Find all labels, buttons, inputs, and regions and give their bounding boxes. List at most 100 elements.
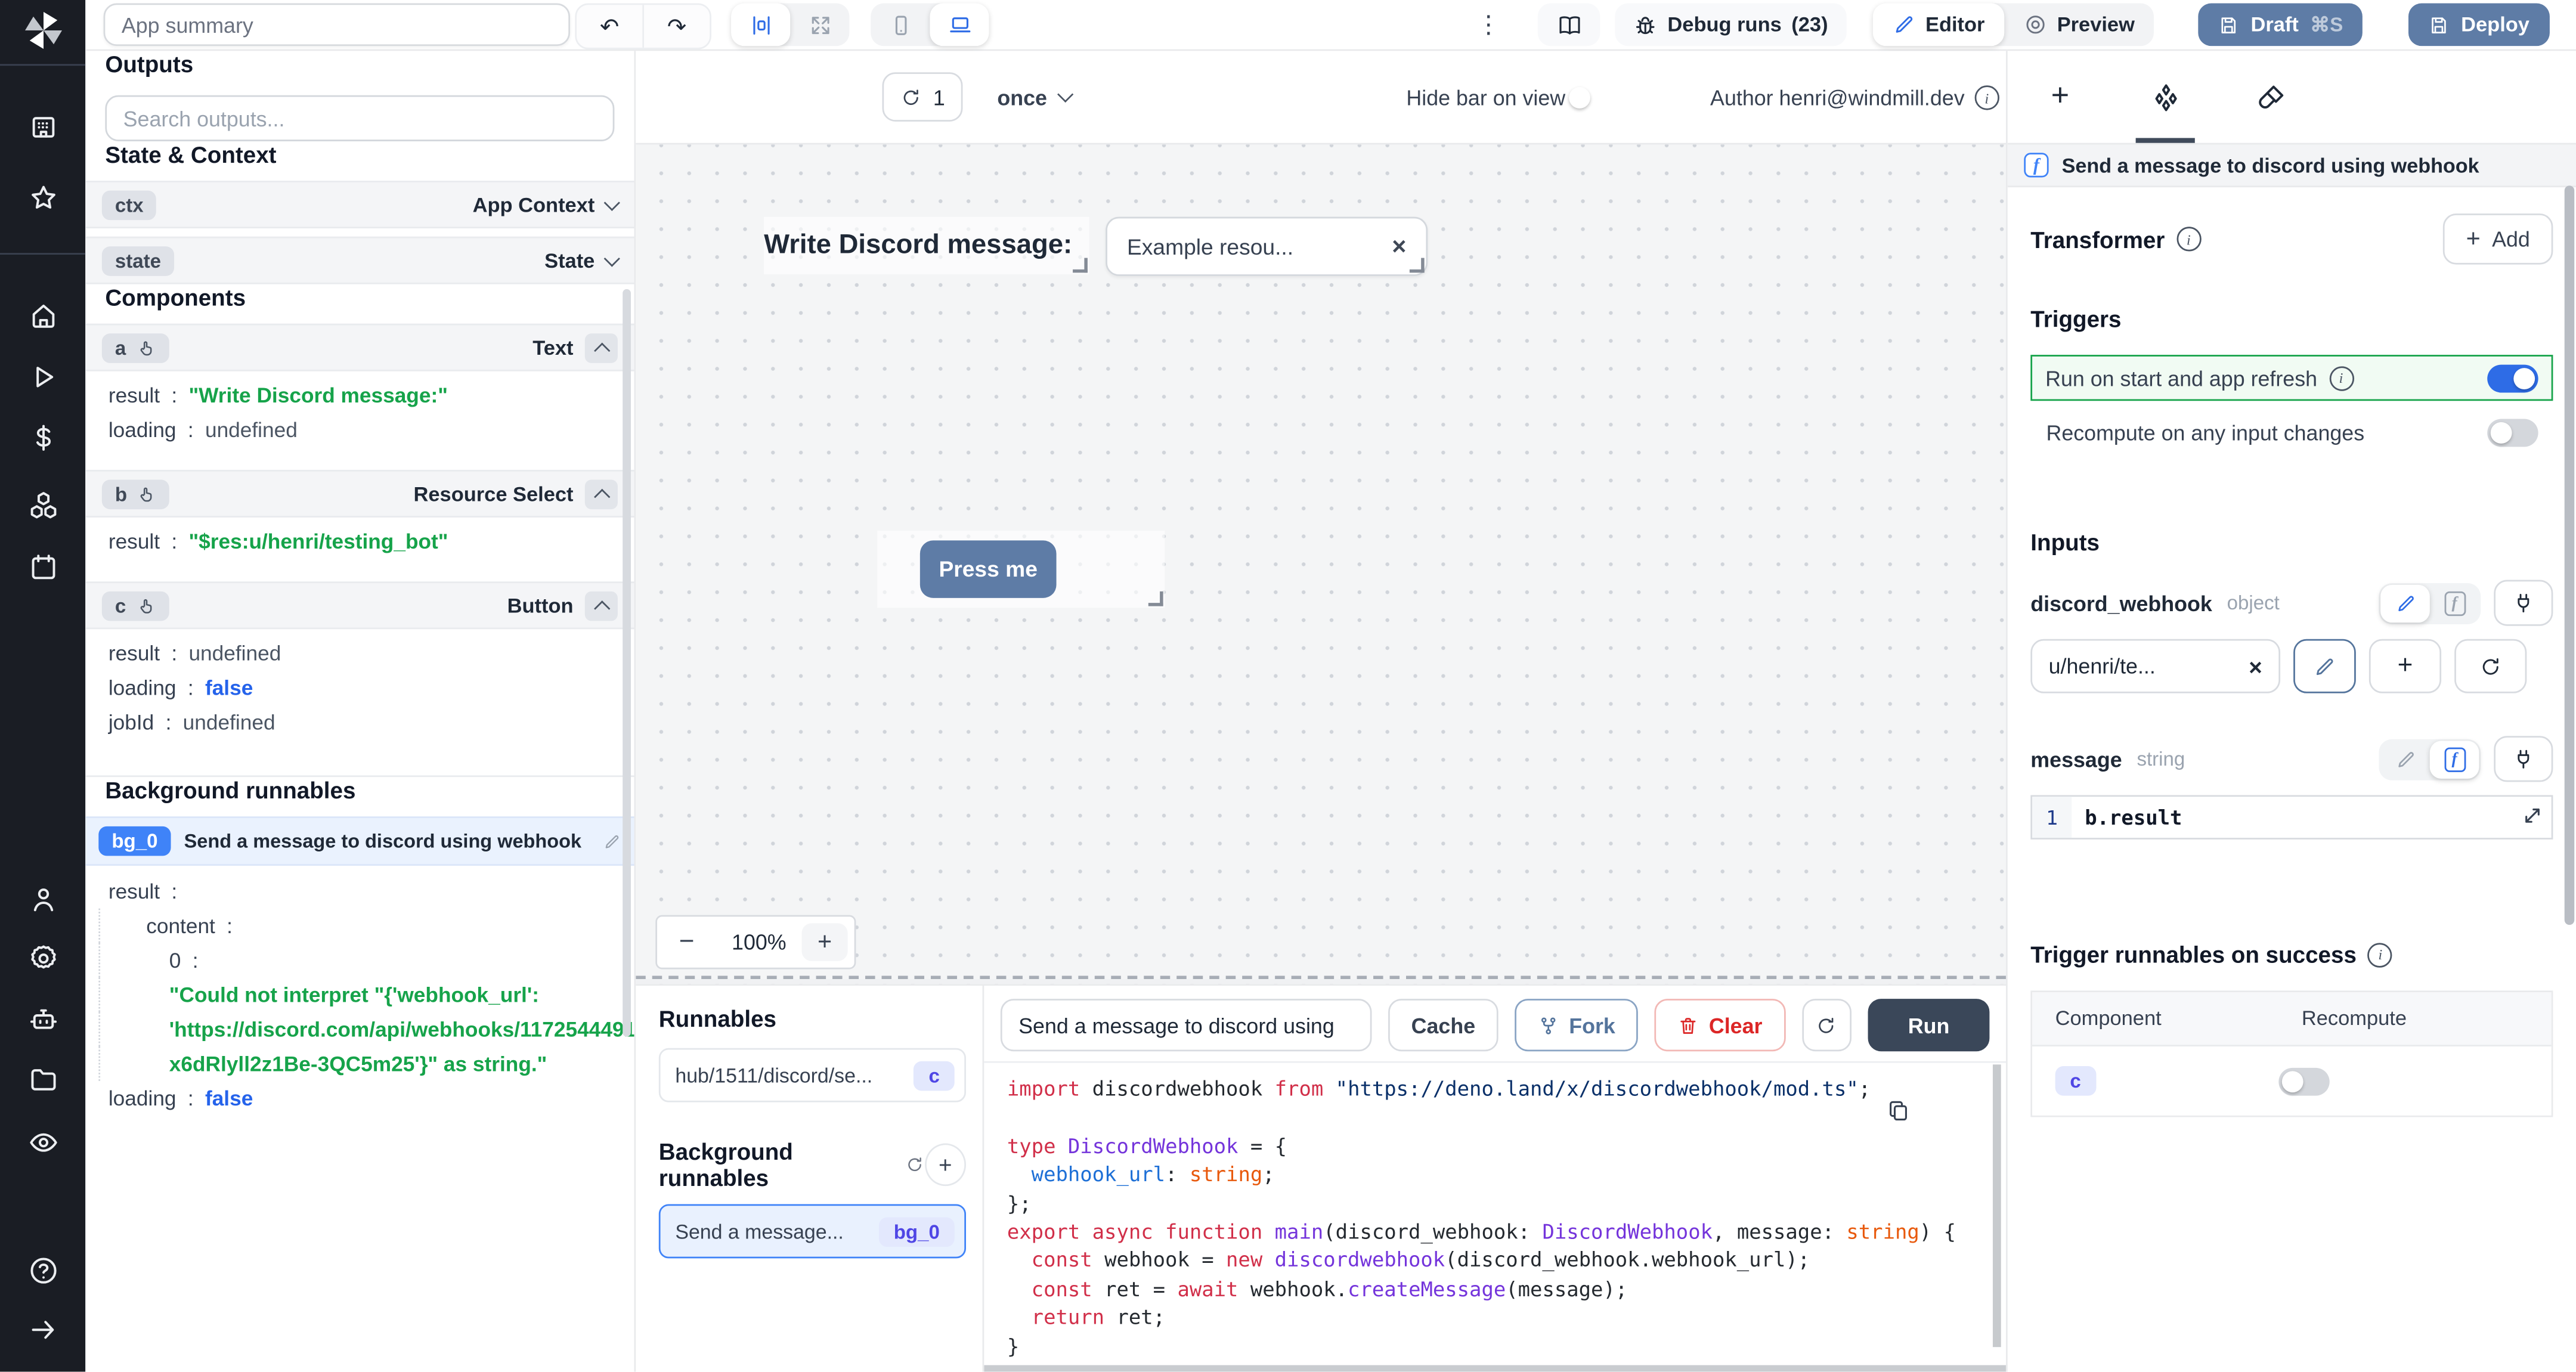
runnables-list-panel: Runnables hub/1511/discord/se... c Backg… — [636, 986, 984, 1372]
recompute-mode-dropdown[interactable]: once — [997, 72, 1075, 122]
info-icon[interactable] — [2176, 227, 2202, 252]
add-resource-button[interactable]: + — [2368, 639, 2442, 693]
draft-button[interactable]: Draft ⌘S — [2198, 3, 2363, 47]
connect-input-button[interactable] — [2494, 736, 2553, 782]
ctx-row[interactable]: ctx App Context — [85, 181, 634, 228]
refresh-count-button[interactable]: 1 — [882, 72, 964, 122]
collapse-button[interactable] — [584, 590, 618, 621]
resource-select-component[interactable]: Example resou... × — [1106, 216, 1428, 276]
expression-editor[interactable]: 1 b.result — [2030, 795, 2553, 840]
line-number: 1 — [2032, 797, 2072, 838]
audit-eye-icon[interactable] — [18, 1117, 67, 1166]
collapse-button[interactable] — [584, 479, 618, 509]
settings-gear-icon[interactable] — [18, 933, 67, 983]
undo-button[interactable]: ↶ — [577, 5, 642, 48]
users-person-icon[interactable] — [18, 874, 67, 924]
info-icon[interactable] — [2368, 942, 2393, 967]
runnable-item[interactable]: hub/1511/discord/se... c — [658, 1048, 967, 1102]
resize-handle[interactable] — [1409, 258, 1425, 273]
add-transformer-button[interactable]: + Add — [2443, 213, 2553, 265]
resize-handle[interactable] — [1073, 258, 1088, 273]
run-on-start-toggle[interactable] — [2487, 364, 2538, 392]
app-summary-input[interactable] — [103, 3, 571, 47]
workers-robot-icon[interactable] — [18, 994, 67, 1043]
background-runnable-item-selected[interactable]: Send a message... bg_0 — [658, 1204, 967, 1259]
output-row: jobId: undefined — [108, 710, 275, 735]
state-row[interactable]: state State — [85, 236, 634, 284]
fork-button[interactable]: Fork — [1515, 999, 1639, 1052]
workspace-icon[interactable] — [18, 102, 67, 151]
debug-runs-button[interactable]: Debug runs (23) — [1615, 3, 1846, 47]
bg-runnable-row[interactable]: bg_0 Send a message to discord using web… — [85, 816, 634, 866]
schedules-calendar-icon[interactable] — [18, 542, 67, 591]
code-editor[interactable]: import discordwebhook from "https://deno… — [984, 1061, 2006, 1372]
folders-icon[interactable] — [18, 1055, 67, 1104]
input-mode-segmented: f — [2379, 582, 2481, 624]
collapse-button[interactable] — [584, 332, 618, 363]
windmill-logo-icon[interactable] — [20, 8, 64, 52]
component-section-header[interactable]: b Resource Select — [85, 469, 634, 518]
chevron-down-icon[interactable] — [603, 194, 620, 210]
clear-resource-icon[interactable]: × — [2249, 653, 2262, 679]
clear-button[interactable]: Clear — [1654, 999, 1786, 1052]
add-background-runnable-button[interactable]: + — [924, 1143, 967, 1187]
edit-pencil-icon[interactable] — [603, 832, 621, 850]
expand-editor-icon[interactable] — [2520, 803, 2544, 828]
deploy-button[interactable]: Deploy — [2408, 3, 2550, 47]
favorites-star-icon[interactable] — [18, 172, 67, 222]
resource-picker[interactable]: u/henri/te... × — [2030, 639, 2281, 693]
more-menu-button[interactable]: ⋮ — [1473, 5, 1503, 44]
collapse-arrow-icon[interactable] — [18, 1305, 67, 1354]
reload-code-button[interactable] — [1801, 999, 1852, 1052]
component-section-header[interactable]: c Button — [85, 581, 634, 630]
docs-button[interactable] — [1537, 3, 1600, 47]
resize-handle[interactable] — [1148, 591, 1163, 606]
app-canvas[interactable]: Write Discord message: Example resou... … — [636, 144, 2006, 984]
info-icon[interactable] — [2329, 366, 2354, 391]
copy-code-icon[interactable] — [1886, 1099, 1911, 1123]
eval-mode-button[interactable]: f — [2430, 584, 2479, 621]
component-section-header[interactable]: a Text — [85, 323, 634, 371]
desktop-view-button[interactable] — [930, 3, 989, 47]
runs-play-icon[interactable] — [18, 352, 67, 401]
home-icon[interactable] — [18, 291, 67, 340]
runnable-name-input[interactable] — [1000, 999, 1372, 1052]
component-outputs: result: "Write Discord message:" loading: u… — [85, 371, 634, 457]
info-icon[interactable] — [1974, 85, 1999, 110]
button-component-wrapper[interactable]: Press me — [877, 530, 1165, 608]
recompute-on-input-toggle[interactable] — [2486, 418, 2538, 447]
recompute-toggle[interactable] — [2278, 1067, 2330, 1095]
help-icon[interactable] — [18, 1245, 67, 1294]
zoom-in-button[interactable]: + — [801, 923, 848, 961]
text-component[interactable]: Write Discord message: — [764, 216, 1089, 275]
spacing-layout-button[interactable] — [731, 3, 791, 47]
fullscreen-button[interactable] — [790, 4, 849, 47]
tab-component-settings[interactable] — [2149, 80, 2182, 113]
chevron-down-icon — [1057, 86, 1075, 103]
static-mode-button[interactable] — [2380, 740, 2430, 778]
clear-selection-icon[interactable]: × — [1392, 233, 1406, 261]
mobile-view-button[interactable] — [871, 4, 930, 47]
variables-dollar-icon[interactable] — [18, 413, 67, 462]
tab-preview[interactable]: Preview — [2005, 4, 2154, 47]
edit-resource-button[interactable] — [2293, 639, 2356, 693]
static-mode-button[interactable] — [2380, 584, 2430, 622]
cache-button[interactable]: Cache — [1388, 999, 1498, 1052]
tab-insert-plus[interactable]: + — [2044, 79, 2076, 113]
eval-mode-button[interactable]: f — [2429, 740, 2479, 778]
tab-editor[interactable]: Editor — [1872, 3, 2005, 47]
code-scrollbar-horizontal[interactable] — [984, 1365, 2006, 1372]
code-scrollbar-vertical[interactable] — [1992, 1064, 2001, 1348]
chevron-down-icon[interactable] — [603, 249, 620, 267]
resources-cubes-icon[interactable] — [18, 479, 67, 529]
press-me-button[interactable]: Press me — [919, 540, 1057, 598]
run-button[interactable]: Run — [1868, 999, 1990, 1052]
refresh-resource-button[interactable] — [2454, 639, 2527, 693]
right-panel-scrollbar[interactable] — [2564, 185, 2575, 925]
search-outputs-input[interactable] — [105, 95, 615, 141]
outputs-scrollbar[interactable] — [623, 289, 631, 1037]
tab-styling[interactable] — [2254, 80, 2287, 113]
connect-input-button[interactable] — [2494, 580, 2553, 626]
redo-button[interactable]: ↷ — [642, 5, 710, 48]
zoom-out-button[interactable]: − — [657, 927, 716, 957]
